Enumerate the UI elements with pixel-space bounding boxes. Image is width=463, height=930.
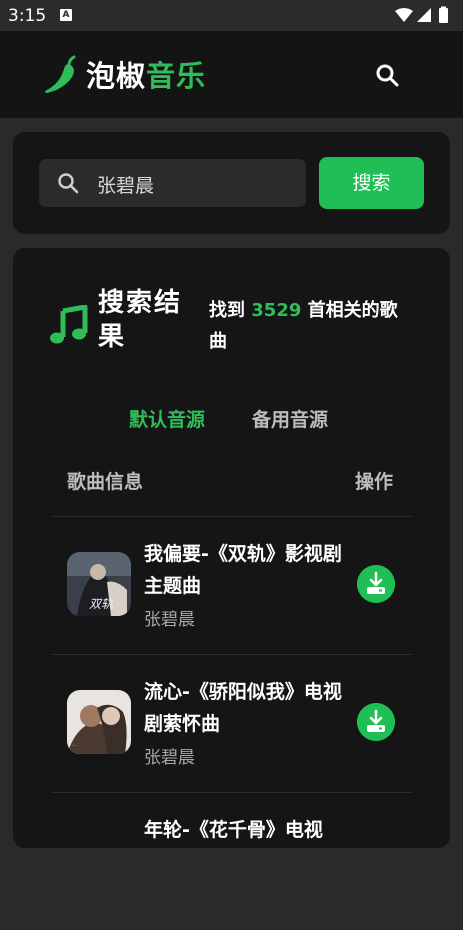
results-title: 搜索结果	[98, 288, 183, 352]
song-cover: ~	[67, 690, 131, 754]
download-button[interactable]	[357, 703, 395, 741]
wifi-icon	[395, 8, 413, 22]
search-input-value: 张碧晨	[97, 175, 155, 197]
column-header-action: 操作	[355, 471, 394, 493]
chili-pepper-icon	[45, 55, 76, 93]
song-title: 年轮-《花千骨》电视	[144, 819, 323, 841]
song-title: 流心-《骄阳似我》电视剧萦怀曲	[144, 681, 342, 735]
logo-text-white: 泡椒	[86, 59, 147, 93]
song-artist: 张碧晨	[144, 748, 195, 768]
search-input[interactable]: 张碧晨	[39, 159, 306, 207]
song-row[interactable]: ~ 流心-《骄阳似我》电视剧萦怀曲 张碧晨	[52, 654, 412, 792]
system-icons	[395, 6, 448, 23]
svg-text:~: ~	[71, 741, 78, 750]
logo-text-green: 音乐	[146, 59, 207, 93]
column-header-song-info: 歌曲信息	[67, 471, 144, 493]
cover-caption: 双轨	[89, 597, 113, 611]
signal-icon	[417, 8, 431, 22]
download-button[interactable]	[357, 565, 395, 603]
app-header: 泡椒音乐	[0, 31, 463, 118]
app-logo-text: 泡椒音乐	[86, 53, 206, 95]
search-button[interactable]: 搜索	[319, 157, 424, 209]
tab-default-source[interactable]: 默认音源	[129, 405, 205, 432]
status-time: 3:15	[8, 6, 47, 26]
song-artist: 张碧晨	[144, 610, 195, 630]
search-icon	[58, 173, 79, 194]
results-count-prefix: 找到	[209, 300, 252, 321]
battery-icon	[439, 8, 448, 23]
header-search-icon[interactable]	[374, 62, 400, 88]
music-note-icon	[50, 305, 88, 344]
results-count-number: 3529	[251, 300, 302, 321]
song-row[interactable]: 年轮-《花千骨》电视	[52, 792, 412, 930]
song-row[interactable]: 双轨 我偏要-《双轨》影视剧主题曲 张碧晨	[52, 516, 412, 654]
song-cover: 双轨	[67, 552, 131, 616]
notification-a-icon: A	[60, 9, 72, 21]
results-card: 搜索结果 找到 3529 首相关的歌曲 默认音源 备用音源 歌曲信息 操作 双轨…	[13, 248, 450, 848]
song-title: 我偏要-《双轨》影视剧主题曲	[144, 543, 342, 597]
results-count-text: 找到 3529 首相关的歌曲	[209, 295, 409, 357]
search-card: 张碧晨 搜索	[13, 132, 450, 234]
tab-backup-source[interactable]: 备用音源	[252, 405, 328, 432]
status-bar: 3:15 A	[0, 0, 463, 31]
